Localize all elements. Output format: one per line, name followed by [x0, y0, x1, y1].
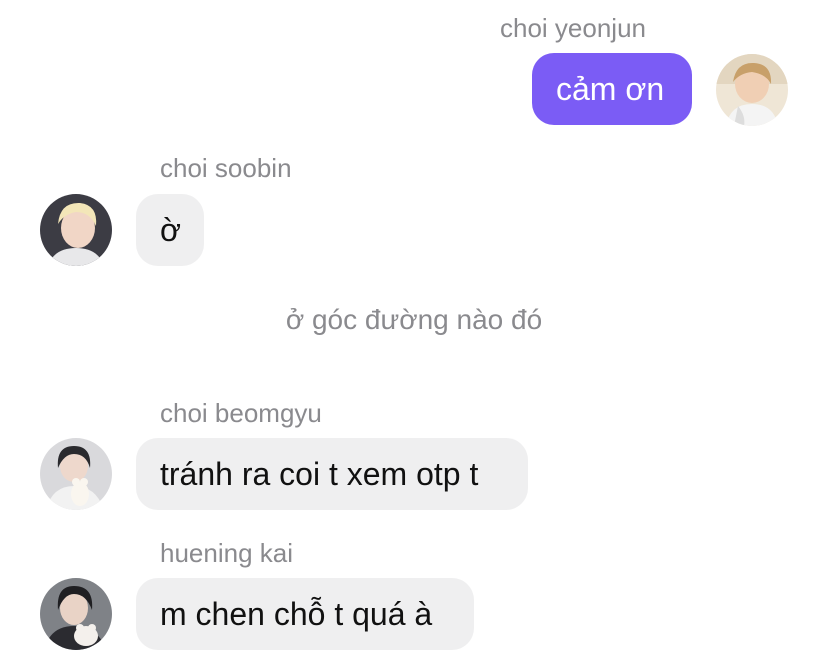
- message-bubble[interactable]: ờ: [136, 194, 204, 266]
- system-message: ở góc đường nào đó: [285, 304, 543, 335]
- message-bubble[interactable]: tránh ra coi t xem otp t: [136, 438, 528, 510]
- avatar[interactable]: [40, 438, 112, 510]
- message-bubble[interactable]: m chen chỗ t quá à: [136, 578, 474, 650]
- avatar[interactable]: [40, 194, 112, 266]
- avatar-photo-icon: [40, 194, 112, 266]
- avatar[interactable]: [40, 578, 112, 650]
- sender-name: huening kai: [160, 538, 293, 568]
- avatar-photo-icon: [40, 438, 112, 510]
- sender-name: choi yeonjun: [500, 13, 646, 43]
- sender-name: choi beomgyu: [160, 398, 322, 428]
- avatar-photo-icon: [40, 578, 112, 650]
- avatar[interactable]: [716, 54, 788, 126]
- sender-name: choi soobin: [160, 153, 292, 183]
- message-bubble[interactable]: cảm ơn: [532, 53, 692, 125]
- avatar-photo-icon: [716, 54, 788, 126]
